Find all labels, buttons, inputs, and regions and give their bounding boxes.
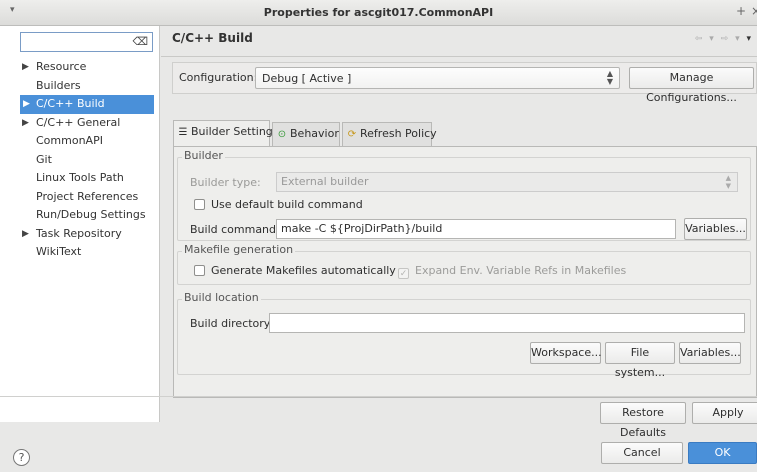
clear-filter-icon[interactable]: ⌫: [132, 35, 148, 48]
property-page-tree: ▶ Resource Builders ▶ C/C++ Build ▶ C/C++ G…: [0, 58, 160, 262]
tab-builder-settings[interactable]: ☰ Builder Settings: [173, 120, 279, 146]
use-default-build-command-checkbox[interactable]: Use default build command: [194, 198, 363, 211]
restore-defaults-button[interactable]: Restore Defaults: [600, 402, 686, 439]
nav-item-label: Run/Debug Settings: [36, 208, 146, 221]
expand-arrow-icon[interactable]: ▶: [22, 114, 29, 132]
configuration-row: Configuration: Debug [ Active ] ▲ ▼ Manag…: [172, 62, 757, 104]
title-divider: [161, 56, 757, 57]
builder-group-title: Builder: [182, 149, 225, 162]
nav-item-label: Project References: [36, 189, 139, 203]
filter-input[interactable]: ⌫: [20, 32, 153, 52]
list-icon: ☰: [178, 127, 188, 138]
nav-item-task-repository[interactable]: ▶ Task Repository: [0, 225, 160, 244]
tab-refresh-policy[interactable]: ⟳ Refresh Policy: [342, 122, 437, 146]
nav-item-cpp-build[interactable]: ▶ C/C++ Build: [20, 95, 154, 114]
view-menu-icon[interactable]: ▾: [746, 34, 753, 44]
makefile-generation-group: Makefile generation Generate Makefiles a…: [177, 243, 751, 285]
expand-arrow-icon[interactable]: ▶: [22, 58, 29, 76]
history-navigation: ⇦ ▾ ⇨ ▾ ▾: [695, 34, 753, 44]
nav-item-cpp-general[interactable]: ▶ C/C++ General: [0, 114, 160, 133]
nav-item-label: Git: [36, 152, 52, 166]
ok-button[interactable]: OK: [688, 442, 757, 464]
nav-item-commonapi[interactable]: CommonAPI: [0, 132, 160, 151]
nav-item-label: CommonAPI: [36, 134, 103, 147]
checkbox-box: [398, 268, 409, 279]
cancel-button[interactable]: Cancel: [601, 442, 683, 464]
configuration-select[interactable]: Debug [ Active ] ▲ ▼: [255, 67, 620, 89]
build-command-input[interactable]: make -C ${ProjDirPath}/build: [276, 219, 676, 239]
nav-item-label: Builders: [36, 78, 81, 92]
checkbox-box[interactable]: [194, 199, 205, 210]
page-title: C/C++ Build: [172, 31, 253, 45]
checkbox-label: Generate Makefiles automatically: [211, 264, 396, 277]
configuration-label: Configuration:: [179, 71, 258, 84]
builder-type-label: Builder type:: [190, 176, 261, 189]
expand-env-variable-refs-checkbox: Expand Env. Variable Refs in Makefiles: [398, 264, 626, 279]
nav-item-label: Linux Tools Path: [36, 171, 124, 184]
expand-arrow-icon[interactable]: ▶: [23, 95, 30, 113]
radio-icon: ⊙: [277, 129, 287, 140]
location-variables-button[interactable]: Variables...: [679, 342, 741, 364]
nav-item-wikitext[interactable]: WikiText: [0, 243, 160, 262]
nav-item-resource[interactable]: ▶ Resource: [0, 58, 160, 77]
nav-item-run-debug-settings[interactable]: Run/Debug Settings: [0, 206, 160, 225]
plus-icon[interactable]: +: [736, 4, 746, 18]
checkbox-box[interactable]: [194, 265, 205, 276]
configuration-value: Debug [ Active ]: [262, 72, 352, 85]
checkbox-label: Use default build command: [211, 198, 363, 211]
nav-item-label: Resource: [36, 60, 87, 73]
builder-group: Builder Builder type: External builder ▲…: [177, 149, 751, 241]
forward-arrow-icon[interactable]: ⇨ ▾: [721, 34, 742, 44]
build-command-label: Build command:: [190, 223, 280, 236]
spinner-arrows-icon: ▲ ▼: [725, 174, 731, 190]
nav-item-label: WikiText: [36, 245, 82, 258]
tab-label: Builder Settings: [191, 125, 279, 138]
workspace-button[interactable]: Workspace...: [530, 342, 602, 364]
back-arrow-icon[interactable]: ⇦ ▾: [695, 34, 716, 44]
checkbox-label: Expand Env. Variable Refs in Makefiles: [415, 264, 627, 277]
nav-item-linux-tools-path[interactable]: Linux Tools Path: [0, 169, 160, 188]
close-icon[interactable]: ×: [751, 4, 757, 18]
nav-item-label: C/C++ General: [36, 115, 121, 129]
nav-item-label: C/C++ Build: [36, 97, 105, 110]
tab-label: Behavior: [290, 127, 339, 140]
file-system-button[interactable]: File system...: [605, 342, 675, 379]
makefile-group-title: Makefile generation: [182, 243, 296, 256]
footer-divider: [0, 396, 757, 397]
nav-item-project-references[interactable]: Project References: [0, 188, 160, 207]
nav-item-git[interactable]: Git: [0, 151, 160, 170]
window-titlebar: ▾ Properties for ascgit017.CommonAPI + ×: [0, 0, 757, 26]
window-title: Properties for ascgit017.CommonAPI: [263, 6, 494, 19]
tab-behavior[interactable]: ⊙ Behavior: [272, 122, 340, 146]
help-icon[interactable]: ?: [13, 449, 30, 466]
refresh-icon: ⟳: [347, 129, 357, 140]
manage-configurations-button[interactable]: Manage Configurations...: [629, 67, 754, 104]
build-location-group: Build location Build directory: Workspac…: [177, 291, 751, 379]
tab-label: Refresh Policy: [360, 127, 437, 140]
builder-settings-panel: Builder Builder type: External builder ▲…: [173, 146, 757, 398]
builder-variables-button[interactable]: Variables...: [684, 218, 747, 240]
generate-makefiles-checkbox[interactable]: Generate Makefiles automatically: [194, 264, 396, 277]
spinner-arrows-icon: ▲ ▼: [606, 69, 613, 86]
nav-item-builders[interactable]: Builders: [0, 77, 160, 96]
build-location-group-title: Build location: [182, 291, 261, 304]
apply-button[interactable]: Apply: [692, 402, 757, 424]
sidebar: ⌫ ▶ Resource Builders ▶ C/C++ Build ▶ C/C++…: [0, 26, 160, 422]
nav-item-label: Task Repository: [36, 226, 122, 240]
build-directory-label: Build directory:: [190, 317, 274, 330]
builder-type-value: External builder: [281, 175, 369, 188]
property-page: C/C++ Build ⇦ ▾ ⇨ ▾ ▾ Configuration: Deb…: [161, 26, 757, 439]
expand-arrow-icon[interactable]: ▶: [22, 225, 29, 243]
build-directory-input[interactable]: [269, 313, 745, 333]
builder-type-select: External builder ▲ ▼: [276, 172, 738, 192]
